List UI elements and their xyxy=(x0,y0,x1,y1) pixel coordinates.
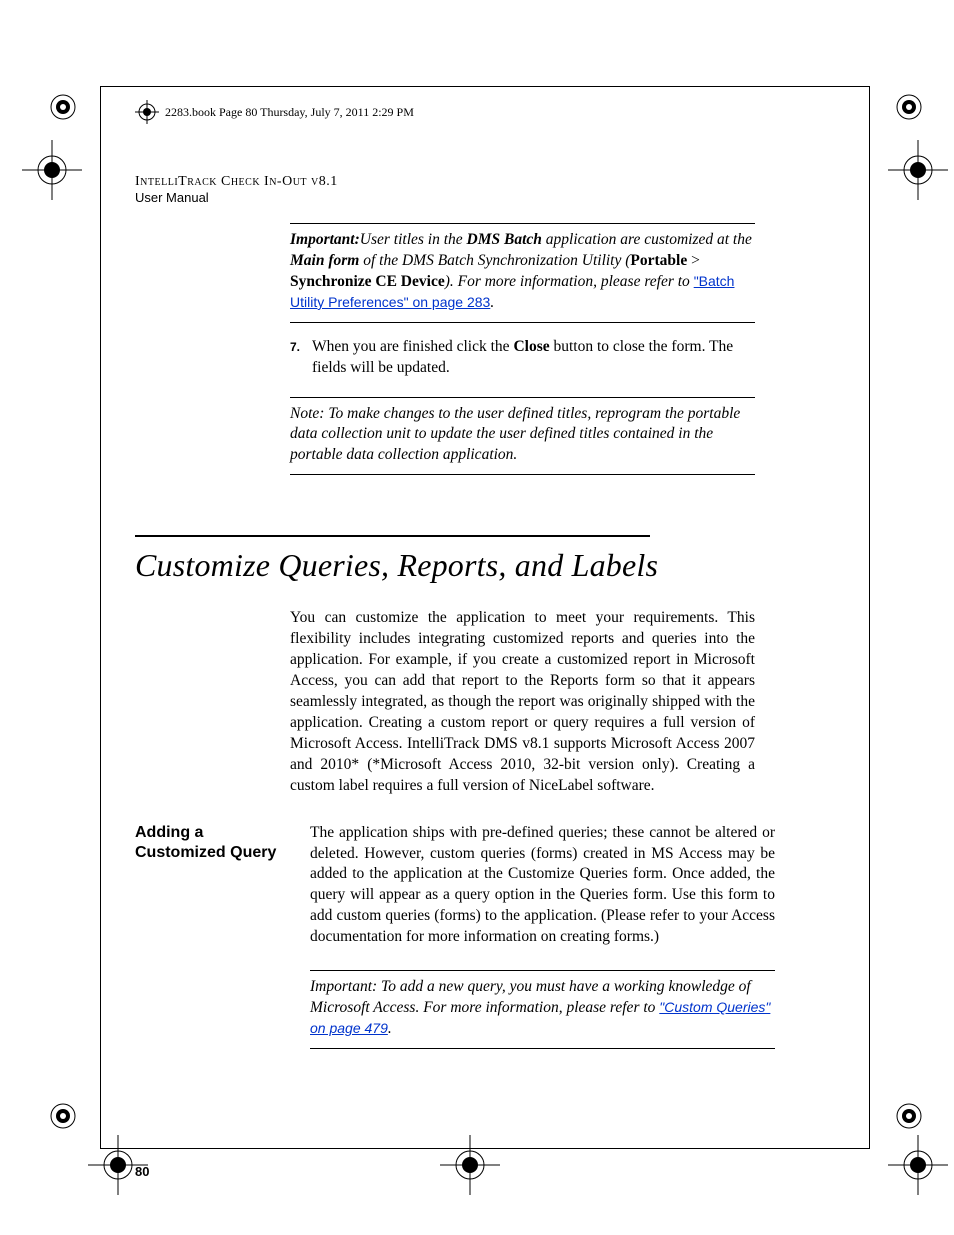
registration-mark-icon xyxy=(894,1101,924,1131)
page-number: 80 xyxy=(135,1164,825,1179)
step-7: 7. When you are finished click the Close… xyxy=(290,337,755,379)
section-title: Customize Queries, Reports, and Labels xyxy=(135,547,825,584)
note-label: Note: xyxy=(290,405,324,422)
book-mark-icon xyxy=(135,100,159,124)
intro-paragraph: You can customize the application to mee… xyxy=(290,608,755,796)
crop-mark-icon xyxy=(22,140,82,200)
crop-mark-icon xyxy=(888,1135,948,1195)
step-number: 7. xyxy=(290,337,312,379)
registration-mark-icon xyxy=(894,92,924,122)
running-header: IntelliTrack Check In-Out v8.1 User Manu… xyxy=(135,174,825,205)
crop-mark-icon xyxy=(888,140,948,200)
adding-query-paragraph: The application ships with pre-defined q… xyxy=(310,823,775,949)
registration-mark-icon xyxy=(48,1101,78,1131)
note-box: Note: To make changes to the user define… xyxy=(290,397,755,476)
important-label: Important: xyxy=(290,231,360,248)
crop-header: 2283.book Page 80 Thursday, July 7, 2011… xyxy=(135,100,825,124)
registration-mark-icon xyxy=(48,92,78,122)
important-label: Important: xyxy=(310,978,377,995)
section-rule xyxy=(135,535,650,537)
important-note-2: Important: To add a new query, you must … xyxy=(310,970,775,1049)
product-subtitle: User Manual xyxy=(135,190,825,205)
side-heading: Adding a Customized Query xyxy=(135,823,310,1049)
crop-header-text: 2283.book Page 80 Thursday, July 7, 2011… xyxy=(165,105,414,120)
product-title: IntelliTrack Check In-Out v8.1 xyxy=(135,174,825,190)
important-note-1: Important:User titles in the DMS Batch a… xyxy=(290,223,755,323)
page-content: 2283.book Page 80 Thursday, July 7, 2011… xyxy=(135,100,825,1134)
